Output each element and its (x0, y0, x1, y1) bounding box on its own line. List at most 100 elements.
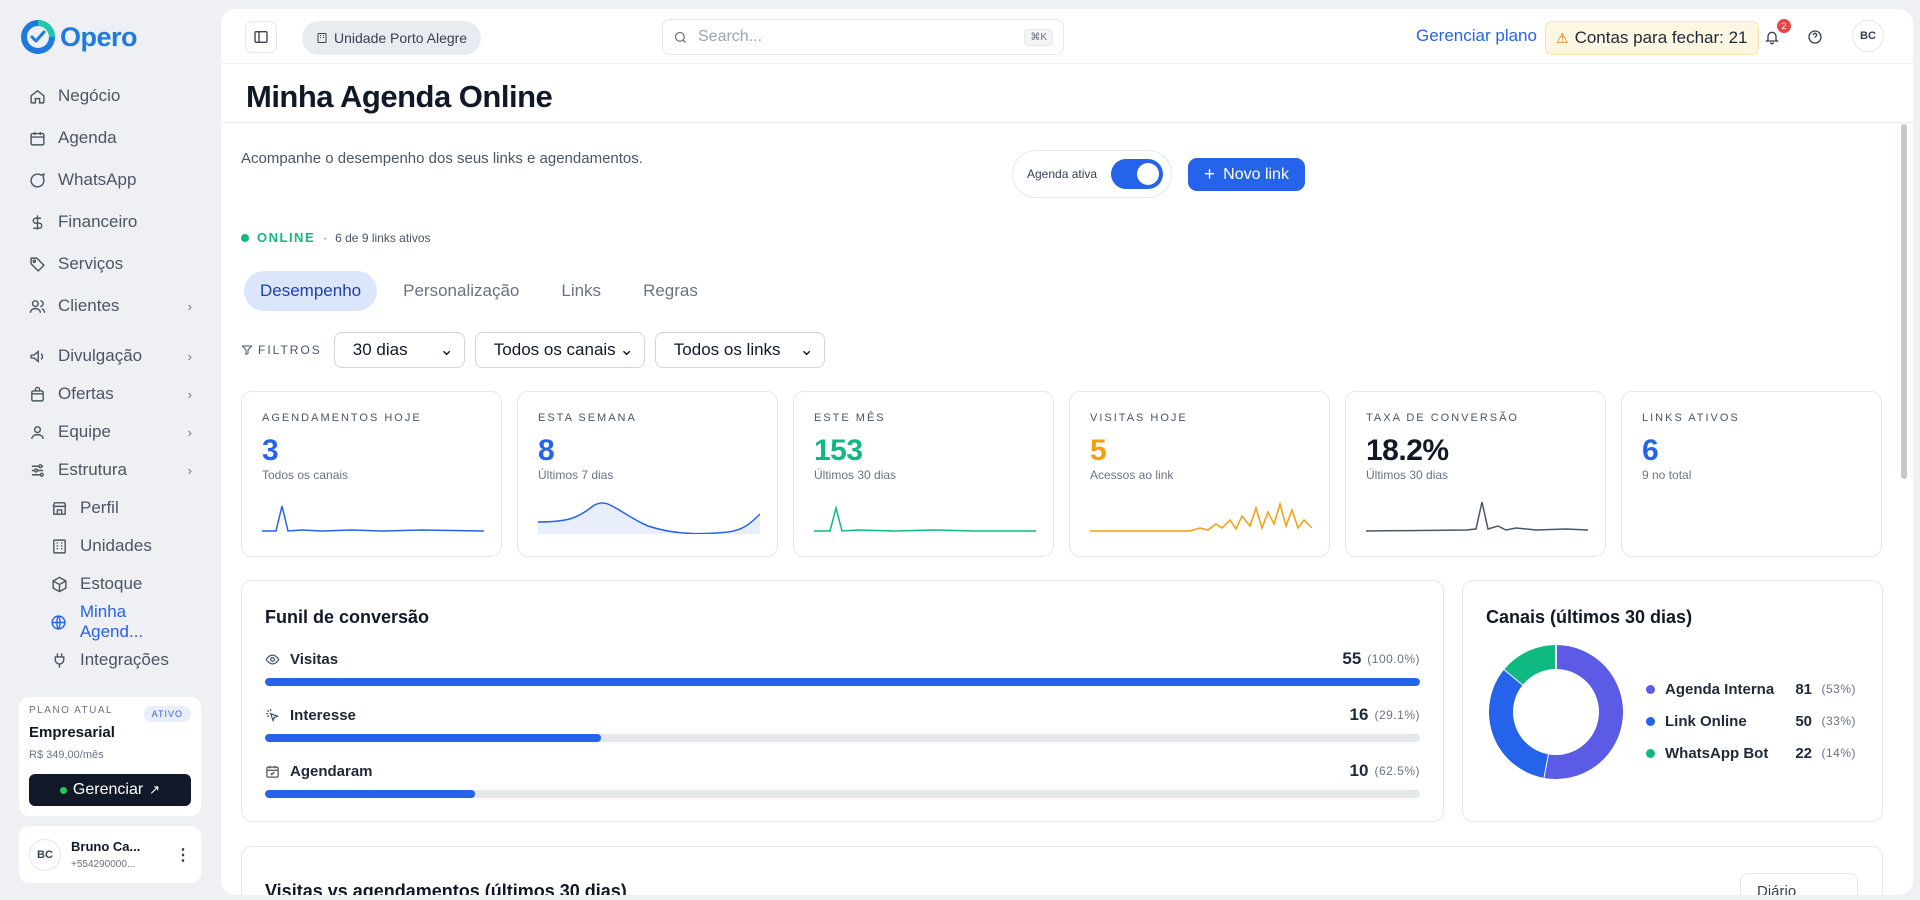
status-separator: · (323, 230, 328, 245)
sidebar-item-whatsapp[interactable]: WhatsApp (28, 165, 192, 195)
kpi-sparkline (262, 505, 484, 532)
kpi-sparkline (814, 505, 1036, 532)
kpi-sub: Todos os canais (262, 468, 349, 482)
tab-desempenho[interactable]: Desempenho (244, 271, 378, 311)
status-dot-icon (59, 786, 67, 794)
sidebar-item-estrutura[interactable]: Estrutura › (28, 455, 192, 485)
legend-pct: (14%) (1821, 746, 1856, 760)
contas-alert-button[interactable]: ⚠ Contas para fechar: 21 (1545, 21, 1759, 55)
help-button[interactable] (1803, 25, 1827, 49)
kpi-card-visitas-hoje: VISITAS HOJE 5 Acessos ao link (1069, 391, 1330, 557)
sidebar-item-label: Divulgação (58, 346, 143, 365)
warning-icon: ⚠ (1556, 29, 1569, 46)
sidebar-item-unidades[interactable]: Unidades (50, 531, 192, 561)
kpi-label: VISITAS HOJE (1090, 412, 1188, 424)
tab-links[interactable]: Links (545, 271, 617, 311)
agenda-active-switch[interactable] (1111, 159, 1164, 189)
sidebar-item-estoque[interactable]: Estoque (50, 569, 192, 599)
tab-regras[interactable]: Regras (627, 271, 714, 311)
sidebar-toggle-button[interactable] (245, 21, 277, 53)
sidebar-item-negocio[interactable]: Negócio (28, 81, 192, 111)
links-select[interactable]: Todos os links ⌄ (654, 332, 825, 368)
search-input[interactable]: Search... ⌘K (662, 19, 1064, 55)
sidebar-item-label: Clientes (58, 296, 120, 315)
avatar[interactable]: BC (1852, 20, 1884, 52)
chevron-down-icon: ⌄ (439, 340, 454, 359)
channels-donut-chart (1489, 644, 1623, 779)
manage-plan-button[interactable]: Gerenciar ↗ (29, 774, 191, 806)
sidebar-item-label: Agenda (58, 128, 117, 147)
channels-select[interactable]: Todos os canais ⌄ (474, 332, 645, 368)
search-shortcut: ⌘K (1024, 28, 1053, 46)
box-icon (50, 575, 68, 593)
eye-icon (265, 653, 280, 665)
sidebar: Opero Negócio Agenda WhatsApp Financeiro… (0, 0, 220, 900)
sidebar-item-minha-agenda[interactable]: Minha Agend... (50, 602, 192, 641)
sidebar-item-equipe[interactable]: Equipe › (28, 417, 192, 447)
kpi-value: 153 (814, 434, 863, 467)
sidebar-item-label: Minha Agend... (79, 602, 144, 641)
external-link-icon: ↗ (149, 782, 161, 797)
home-icon (28, 87, 46, 105)
legend-pct: (53%) (1821, 682, 1856, 696)
funnel-step-pct: (29.1%) (1374, 708, 1420, 722)
globe-icon (50, 613, 68, 631)
chevron-right-icon: › (187, 348, 192, 364)
agenda-active-label: Agenda ativa (1027, 167, 1098, 181)
funnel-step-label: Interesse (290, 706, 356, 724)
kpi-value: 6 (1642, 434, 1659, 467)
sidebar-item-perfil[interactable]: Perfil (50, 493, 192, 523)
plus-icon: + (1204, 163, 1216, 185)
logo-icon (21, 20, 55, 54)
plan-status-badge: ATIVO (143, 706, 191, 722)
kpi-value: 18.2% (1366, 434, 1449, 467)
plan-price: R$ 349,00/mês (29, 749, 104, 761)
period-value: 30 dias (352, 340, 408, 359)
funnel-progress-fill (265, 790, 476, 798)
filters-bar: FILTROS 30 dias ⌄ Todos os canais ⌄ Todo… (241, 332, 825, 368)
kpi-sub: Últimos 30 dias (814, 468, 897, 482)
scrollbar[interactable] (1901, 124, 1907, 479)
chevron-right-icon: › (187, 424, 192, 440)
granularity-select[interactable]: Diário (1740, 873, 1858, 895)
notifications-button[interactable]: 2 (1760, 19, 1791, 49)
sidebar-item-integracoes[interactable]: Integrações (50, 645, 192, 675)
more-vertical-icon[interactable]: ⋮ (175, 845, 191, 865)
calendar-icon (28, 129, 46, 147)
funnel-step-value: 55 (1342, 649, 1362, 668)
sidebar-item-ofertas[interactable]: Ofertas › (28, 379, 192, 409)
notification-count-badge: 2 (1777, 19, 1791, 33)
period-select[interactable]: 30 dias ⌄ (333, 332, 465, 368)
sidebar-item-label: Serviços (58, 254, 124, 273)
sidebar-item-agenda[interactable]: Agenda (28, 123, 192, 153)
manage-plan-link[interactable]: Gerenciar plano (1416, 26, 1537, 46)
visits-vs-bookings-card: Visitas vs agendamentos (últimos 30 dias… (241, 846, 1883, 895)
search-icon (674, 31, 686, 43)
agenda-active-toggle-group: Agenda ativa (1012, 150, 1173, 198)
sidebar-item-servicos[interactable]: Serviços (28, 249, 192, 279)
plan-card: PLANO ATUAL ATIVO Empresarial R$ 349,00/… (19, 697, 201, 816)
filter-icon (241, 345, 253, 356)
sidebar-item-label: Negócio (58, 86, 121, 105)
logo[interactable]: Opero (20, 19, 138, 55)
donut-slice-0 (1543, 645, 1623, 779)
kpi-label: ESTA SEMANA (538, 412, 637, 424)
legend-item-whatsapp-bot: WhatsApp Bot 22 (14%) (1646, 737, 1856, 769)
user-card[interactable]: BC Bruno Ca... +554290000... ⋮ (19, 826, 201, 883)
chevron-right-icon: › (187, 386, 192, 402)
megaphone-icon (28, 347, 46, 365)
unit-selector[interactable]: Unidade Porto Alegre (302, 21, 482, 55)
plan-name: Empresarial (29, 724, 115, 741)
legend-value: 50 (1795, 712, 1812, 730)
page-header: Minha Agenda Online (221, 65, 1913, 123)
sidebar-item-clientes[interactable]: Clientes › (28, 291, 192, 321)
kpi-card-este-mes: ESTE MÊS 153 Últimos 30 dias (793, 391, 1054, 557)
funnel-step-pct: (100.0%) (1367, 652, 1420, 666)
tab-personalizacao[interactable]: Personalização (387, 271, 535, 311)
legend-label: Agenda Interna (1665, 680, 1775, 698)
sidebar-item-financeiro[interactable]: Financeiro (28, 207, 192, 237)
sidebar-item-divulgacao[interactable]: Divulgação › (28, 341, 192, 371)
channels-legend: Agenda Interna 81 (53%) Link Online 50 (… (1646, 673, 1856, 769)
help-circle-icon (1808, 30, 1822, 44)
new-link-button[interactable]: + Novo link (1188, 158, 1305, 191)
